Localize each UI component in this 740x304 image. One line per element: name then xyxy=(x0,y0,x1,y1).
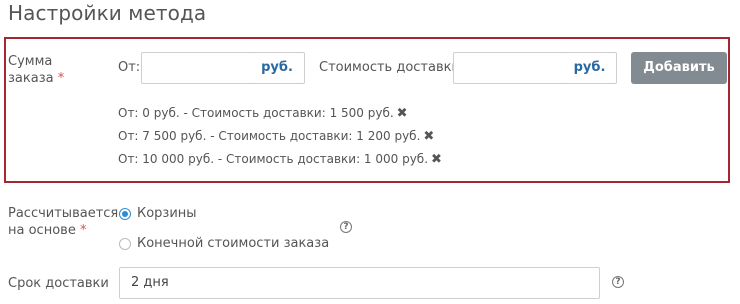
order-sum-label-line2: заказа xyxy=(8,71,54,86)
from-input[interactable] xyxy=(141,52,251,84)
calc-basis-label-line1: Рассчитывается xyxy=(8,206,119,221)
help-icon[interactable]: ? xyxy=(340,221,352,233)
required-mark: * xyxy=(57,71,65,86)
order-sum-label: Сумма заказа * xyxy=(8,53,64,87)
required-mark: * xyxy=(79,223,87,238)
help-icon[interactable]: ? xyxy=(612,276,624,288)
range-item: От: 10 000 руб. - Стоимость доставки: 1 … xyxy=(118,151,442,168)
delivery-cost-currency-addon: руб. xyxy=(563,52,617,84)
from-currency-addon: руб. xyxy=(250,52,305,84)
delivery-time-input[interactable]: 2 дня xyxy=(119,267,600,299)
radio-cart[interactable] xyxy=(119,208,131,220)
radio-final-order-cost[interactable] xyxy=(119,238,131,250)
from-label: От: xyxy=(118,60,141,75)
order-sum-label-line1: Сумма xyxy=(8,54,53,69)
radio-cart-label[interactable]: Корзины xyxy=(137,205,197,222)
range-text: От: 10 000 руб. - Стоимость доставки: 1 … xyxy=(118,152,429,166)
remove-icon[interactable]: ✖ xyxy=(423,129,434,144)
radio-final-order-cost-label[interactable]: Конечной стоимости заказа xyxy=(137,235,329,252)
delivery-cost-input[interactable] xyxy=(453,52,564,84)
calc-basis-label: Рассчитывается на основе * xyxy=(8,205,118,239)
range-item: От: 7 500 руб. - Стоимость доставки: 1 2… xyxy=(118,128,434,145)
add-button[interactable]: Добавить xyxy=(631,52,727,84)
range-item: От: 0 руб. - Стоимость доставки: 1 500 р… xyxy=(118,105,408,122)
page-title: Настройки метода xyxy=(8,1,207,25)
delivery-cost-label: Стоимость доставки: xyxy=(319,60,465,75)
calc-basis-label-line2: на основе xyxy=(8,223,76,238)
range-text: От: 0 руб. - Стоимость доставки: 1 500 р… xyxy=(118,106,394,120)
delivery-time-label: Срок доставки xyxy=(8,276,109,291)
range-text: От: 7 500 руб. - Стоимость доставки: 1 2… xyxy=(118,129,421,143)
remove-icon[interactable]: ✖ xyxy=(397,106,408,121)
remove-icon[interactable]: ✖ xyxy=(431,152,442,167)
